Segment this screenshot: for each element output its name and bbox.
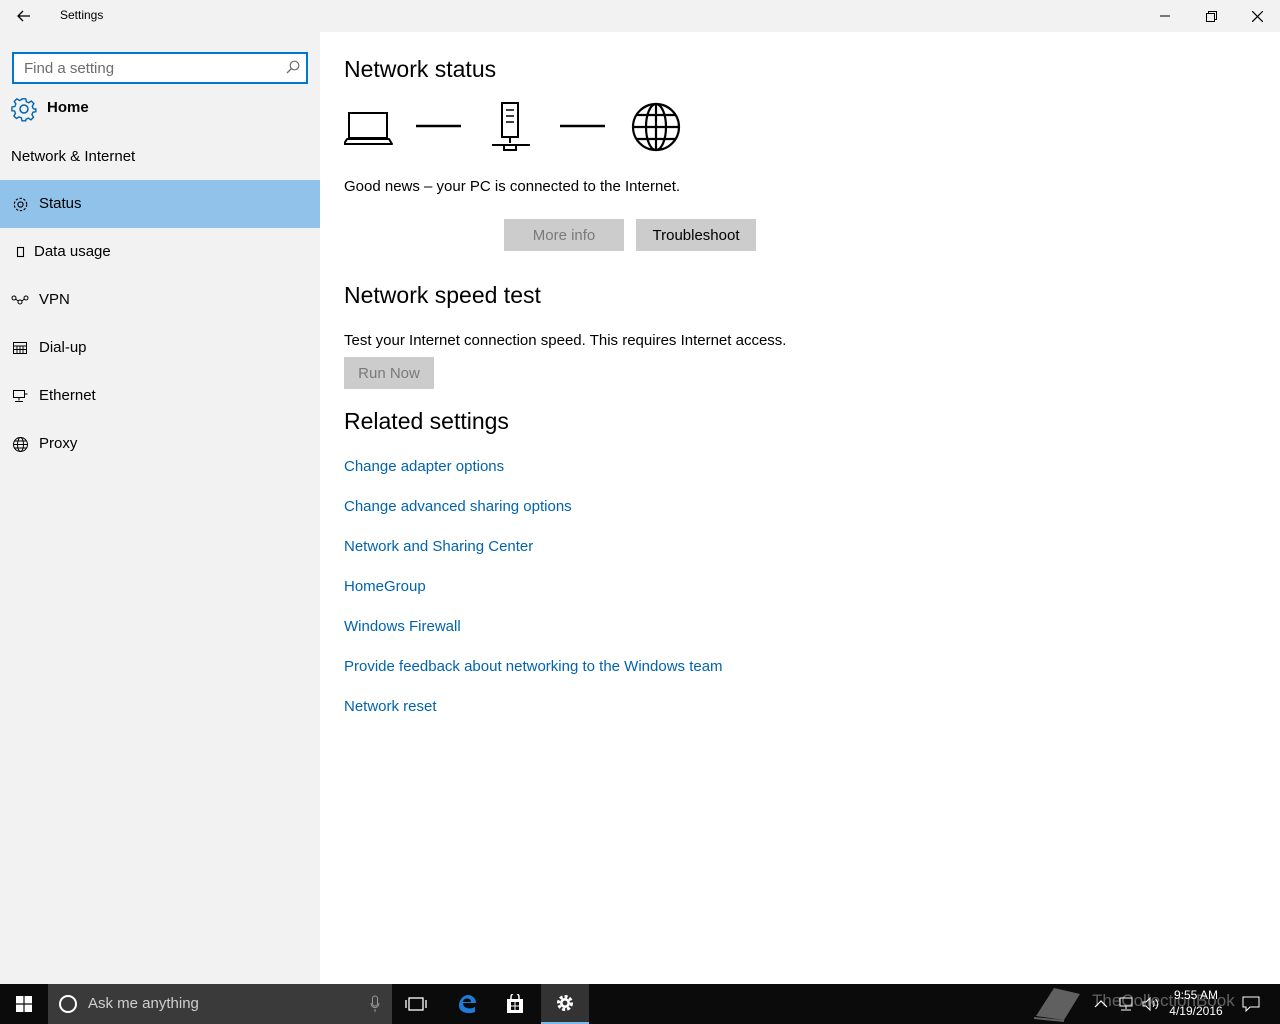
book-logo-icon: [1033, 988, 1080, 1022]
section-title: Network & Internet: [11, 148, 136, 165]
dialup-icon: [11, 340, 29, 356]
laptop-icon: [343, 112, 393, 145]
main-content: Network status Good news – your PC is co…: [320, 32, 1280, 984]
back-button[interactable]: [0, 0, 48, 32]
sidebar-item-dial-up[interactable]: Dial-up: [0, 324, 320, 372]
sidebar-item-proxy[interactable]: Proxy: [0, 420, 320, 468]
store-button[interactable]: [491, 984, 539, 1024]
cortana-search-box[interactable]: Ask me anything: [48, 984, 392, 1024]
homegroup-link[interactable]: HomeGroup: [344, 578, 426, 595]
network-status-heading: Network status: [344, 56, 497, 82]
speed-test-heading: Network speed test: [344, 282, 541, 308]
sidebar-item-label: Status: [39, 195, 82, 212]
task-view-button[interactable]: [392, 984, 440, 1024]
edge-browser-button[interactable]: [443, 984, 491, 1024]
taskbar-clock[interactable]: 9:55 AM 4/19/2016: [1160, 987, 1232, 1019]
window-title: Settings: [60, 8, 104, 22]
router-icon: [492, 102, 530, 151]
data-usage-icon: [11, 244, 29, 260]
settings-taskbar-button[interactable]: [541, 984, 589, 1024]
clock-time: 9:55 AM: [1173, 988, 1219, 1002]
title-bar: Settings: [0, 0, 1280, 32]
more-info-button[interactable]: More info: [504, 219, 624, 251]
vpn-icon: [11, 292, 29, 308]
edge-icon: [459, 995, 476, 1014]
cortana-icon: [59, 995, 77, 1013]
sidebar-item-ethernet[interactable]: Ethernet: [0, 372, 320, 420]
sidebar-item-vpn[interactable]: VPN: [0, 276, 320, 324]
gear-icon: [557, 995, 573, 1011]
sidebar-item-status[interactable]: Status: [0, 180, 320, 228]
minimize-button[interactable]: [1142, 0, 1188, 32]
restore-icon: [1205, 10, 1217, 22]
network-icon[interactable]: [1118, 996, 1136, 1012]
network-status-diagram: [343, 100, 684, 156]
sidebar-item-label: Data usage: [34, 243, 111, 260]
close-button[interactable]: [1234, 0, 1280, 32]
cortana-placeholder: Ask me anything: [88, 995, 199, 1012]
system-tray: [1094, 984, 1160, 1024]
change-adapter-options-link[interactable]: Change adapter options: [344, 458, 504, 475]
gear-icon: [11, 196, 29, 212]
home-nav-item[interactable]: Home: [0, 92, 320, 126]
find-setting-search-input[interactable]: Find a setting: [12, 52, 308, 84]
network-reset-link[interactable]: Network reset: [344, 698, 437, 715]
sidebar-item-label: VPN: [39, 291, 70, 308]
search-icon: [286, 60, 300, 74]
home-gear-icon: [11, 97, 37, 122]
microphone-icon[interactable]: [370, 995, 380, 1013]
network-sharing-center-link[interactable]: Network and Sharing Center: [344, 538, 533, 555]
ethernet-icon: [11, 388, 29, 404]
windows-logo-icon: [16, 996, 32, 1012]
sidebar-item-data-usage[interactable]: Data usage: [0, 228, 320, 276]
close-icon: [1251, 10, 1263, 22]
home-label: Home: [47, 99, 89, 116]
troubleshoot-button[interactable]: Troubleshoot: [636, 219, 756, 251]
sidebar-item-label: Dial-up: [39, 339, 87, 356]
globe-icon: [11, 436, 29, 452]
chevron-up-icon[interactable]: [1094, 999, 1108, 1009]
task-view-icon: [405, 997, 427, 1011]
volume-icon[interactable]: [1142, 996, 1160, 1012]
taskbar: Ask me anything TheCollectionBook 9:55 A…: [0, 984, 1280, 1024]
related-settings-heading: Related settings: [344, 408, 509, 434]
globe-icon: [631, 102, 681, 152]
back-arrow-icon: [17, 10, 30, 22]
action-center-button[interactable]: [1242, 984, 1260, 1024]
notification-icon: [1242, 996, 1260, 1012]
change-advanced-sharing-link[interactable]: Change advanced sharing options: [344, 498, 572, 515]
restore-button[interactable]: [1188, 0, 1234, 32]
search-placeholder: Find a setting: [24, 60, 115, 77]
clock-date: 4/19/2016: [1169, 1004, 1223, 1018]
run-now-button[interactable]: Run Now: [344, 357, 434, 389]
sidebar-item-label: Ethernet: [39, 387, 96, 404]
store-icon: [507, 994, 523, 1013]
sidebar: Find a setting Home Network & Internet S…: [0, 32, 320, 984]
connection-status-message: Good news – your PC is connected to the …: [344, 178, 681, 195]
sidebar-item-label: Proxy: [39, 435, 78, 452]
start-button[interactable]: [0, 984, 48, 1024]
speed-test-description: Test your Internet connection speed. Thi…: [344, 332, 787, 349]
provide-feedback-link[interactable]: Provide feedback about networking to the…: [344, 658, 723, 675]
minimize-icon: [1160, 15, 1170, 17]
windows-firewall-link[interactable]: Windows Firewall: [344, 618, 461, 635]
